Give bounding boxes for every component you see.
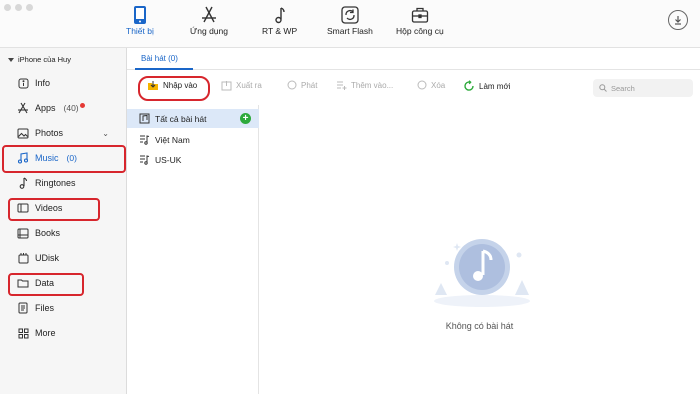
highlight-box-import [138, 76, 210, 101]
playlist-icon [140, 135, 150, 145]
expand-triangle-icon [8, 57, 14, 62]
playlist-pane: Tất cả bài hát + Việt Nam US-UK [127, 105, 259, 394]
playlist-label: Việt Nam [155, 134, 190, 145]
toolbox-icon [411, 4, 429, 26]
delete-icon [417, 80, 427, 90]
export-icon [221, 81, 232, 91]
sidebar-item-label: Info [35, 78, 51, 88]
refresh-icon [341, 4, 359, 26]
toolbar-ringtones-label: RT & WP [262, 26, 298, 36]
toolbar-device-label: Thiết bị [126, 26, 154, 36]
device-name: iPhone của Huy [18, 55, 71, 64]
playlist-icon [140, 155, 150, 165]
sidebar-item-files[interactable]: Files [17, 299, 121, 317]
photos-icon [17, 127, 29, 139]
playlist-label: US-UK [155, 154, 182, 165]
toolbar-smart-flash[interactable]: Smart Flash [327, 4, 373, 42]
export-label: Xuất ra [236, 81, 262, 90]
search-icon [599, 84, 607, 92]
empty-music-illustration [434, 239, 530, 307]
delete-label: Xóa [431, 80, 446, 90]
refresh-label: Làm mới [479, 81, 511, 91]
sidebar-item-more[interactable]: More [17, 324, 121, 342]
window-controls [4, 4, 33, 11]
sidebar-item-label: Apps [35, 103, 56, 113]
add-to-icon [337, 81, 347, 90]
music-note-icon [273, 4, 287, 26]
empty-state-message: Không có bài hát [445, 321, 514, 331]
sidebar-item-label: Ringtones [35, 178, 76, 188]
close-window-button[interactable] [4, 4, 11, 11]
ringtone-icon [17, 177, 29, 189]
playlist-item-us-uk[interactable]: US-UK [127, 150, 259, 169]
songs-content-area: Không có bài hát [259, 105, 700, 394]
sidebar-item-photos[interactable]: Photos ⌄ [17, 124, 121, 142]
download-icon [675, 16, 681, 25]
delete-button[interactable]: Xóa [417, 80, 445, 90]
app-store-icon [199, 4, 219, 26]
sidebar-item-label: Files [35, 303, 55, 313]
play-button[interactable]: Phát [287, 80, 317, 90]
refresh-button[interactable]: Làm mới [463, 80, 510, 92]
top-toolbar: Thiết bị Ứng dụng RT & WP Smart Flash Hộ… [0, 0, 700, 48]
play-icon [287, 80, 297, 90]
playlist-item-all-songs[interactable]: Tất cả bài hát + [127, 109, 259, 128]
highlight-box-music [2, 145, 126, 173]
phone-icon [133, 4, 147, 26]
toolbar-toolbox-label: Hộp công cụ [396, 26, 444, 36]
sidebar-item-label: UDisk [35, 253, 59, 263]
books-icon [17, 227, 29, 239]
refresh-icon [464, 80, 474, 91]
playlist-item-viet-nam[interactable]: Việt Nam [127, 130, 259, 149]
play-label: Phát [301, 80, 318, 90]
toolbar-apps-label: Ứng dụng [190, 26, 228, 36]
content-tabs: Bài hát (0) [127, 48, 700, 70]
add-to-label: Thêm vào... [351, 81, 394, 90]
playlist-label: Tất cả bài hát [155, 113, 207, 124]
notification-dot [79, 102, 85, 108]
add-playlist-icon[interactable]: + [240, 113, 251, 124]
files-icon [17, 302, 29, 314]
toolbar-ringtones[interactable]: RT & WP [262, 4, 297, 42]
sidebar-item-udisk[interactable]: UDisk [17, 249, 121, 267]
sidebar-item-apps[interactable]: Apps (40) [17, 99, 121, 117]
add-to-button[interactable]: Thêm vào... [336, 80, 393, 91]
more-icon [17, 327, 29, 339]
toolbar-apps[interactable]: Ứng dụng [190, 4, 228, 42]
udisk-icon [17, 252, 29, 264]
toolbar-device[interactable]: Thiết bị [126, 4, 154, 42]
apps-icon [17, 102, 29, 114]
export-button[interactable]: Xuất ra [221, 80, 262, 91]
sidebar-item-label: Books [35, 228, 61, 238]
toolbar-smart-flash-label: Smart Flash [327, 26, 373, 36]
device-header[interactable]: iPhone của Huy [8, 55, 71, 64]
search-input[interactable]: Search [593, 79, 693, 97]
sidebar-item-label: More [35, 328, 56, 338]
action-bar: Nhập vào Xuất ra Phát Thêm vào... Xóa Là… [127, 71, 700, 105]
search-placeholder: Search [611, 83, 635, 93]
sidebar-item-label: Photos [35, 128, 64, 138]
sidebar-item-info[interactable]: Info [17, 74, 121, 92]
maximize-window-button[interactable] [26, 4, 33, 11]
sidebar-item-ringtones[interactable]: Ringtones [17, 174, 121, 192]
download-button[interactable] [668, 10, 688, 30]
playlist-icon [139, 113, 150, 124]
minimize-window-button[interactable] [15, 4, 22, 11]
chevron-down-icon[interactable]: ⌄ [102, 129, 109, 138]
toolbar-toolbox[interactable]: Hộp công cụ [396, 4, 444, 42]
active-tab-indicator [135, 68, 193, 70]
apps-count: (40) [63, 103, 79, 113]
sidebar: iPhone của Huy Info Apps (40) Photos ⌄ M… [0, 48, 127, 394]
sidebar-item-books[interactable]: Books [17, 224, 121, 242]
tab-songs[interactable]: Bài hát (0) [141, 54, 178, 63]
info-icon [17, 77, 29, 89]
highlight-box-data [8, 273, 84, 296]
highlight-box-videos [8, 198, 100, 221]
